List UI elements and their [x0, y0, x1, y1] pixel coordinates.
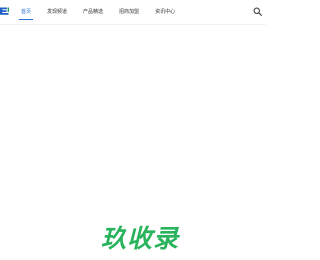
- page: 首页 发现频道 产品精选 招商加盟 资讯中心 玖收录: [0, 0, 266, 260]
- nav-item-discover[interactable]: 发现频道: [47, 0, 67, 24]
- main-nav: 首页 发现频道 产品精选 招商加盟 资讯中心: [14, 0, 175, 24]
- logo-icon[interactable]: [0, 6, 9, 16]
- nav-item-products[interactable]: 产品精选: [83, 0, 103, 24]
- nav-item-home[interactable]: 首页: [18, 0, 34, 24]
- brand-watermark: 玖收录: [80, 220, 200, 254]
- nav-item-franchise[interactable]: 招商加盟: [119, 0, 139, 24]
- search-icon[interactable]: [253, 7, 262, 16]
- nav-item-news[interactable]: 资讯中心: [155, 0, 175, 24]
- brand-text: 玖收录: [100, 224, 179, 253]
- top-navigation-bar: 首页 发现频道 产品精选 招商加盟 资讯中心: [0, 0, 266, 25]
